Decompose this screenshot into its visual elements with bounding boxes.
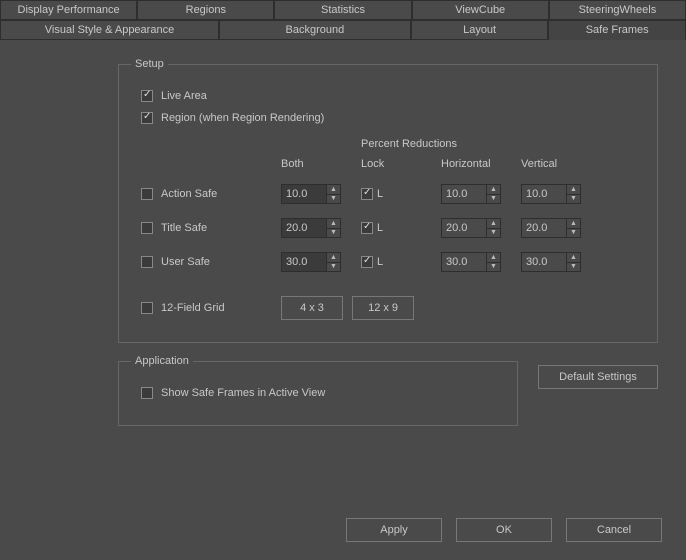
user-safe-label: User Safe [161, 256, 210, 268]
action-safe-both-up[interactable]: ▲ [327, 185, 340, 195]
user-safe-vertical-spinner: ▲▼ [521, 252, 581, 272]
title-safe-lock-checkbox[interactable] [361, 222, 373, 234]
user-safe-both-spinner[interactable]: ▲▼ [281, 252, 341, 272]
col-lock: Lock [361, 158, 431, 170]
user-safe-row: User Safe▲▼L▲▼▲▼ [141, 252, 645, 272]
col-vertical: Vertical [521, 158, 591, 170]
title-safe-horizontal-down: ▼ [487, 229, 500, 238]
tab-regions[interactable]: Regions [137, 0, 274, 20]
setup-group: Setup Live Area Region (when Region Rend… [118, 58, 658, 343]
tab-visual-style[interactable]: Visual Style & Appearance [0, 20, 219, 40]
tab-row-1: Display Performance Regions Statistics V… [0, 0, 686, 20]
tab-safe-frames[interactable]: Safe Frames [548, 20, 686, 40]
title-safe-horizontal-spinner: ▲▼ [441, 218, 501, 238]
action-safe-both-down[interactable]: ▼ [327, 195, 340, 204]
show-safe-frames-checkbox[interactable] [141, 387, 153, 399]
title-safe-label: Title Safe [161, 222, 207, 234]
user-safe-vertical-up: ▲ [567, 253, 580, 263]
col-both: Both [281, 158, 351, 170]
region-checkbox[interactable] [141, 112, 153, 124]
tab-background[interactable]: Background [219, 20, 411, 40]
title-safe-both-up[interactable]: ▲ [327, 219, 340, 229]
user-safe-lock-checkbox[interactable] [361, 256, 373, 268]
user-safe-vertical-input [522, 253, 566, 271]
cancel-button[interactable]: Cancel [566, 518, 662, 542]
live-area-label: Live Area [161, 90, 207, 102]
title-safe-vertical-input [522, 219, 566, 237]
action-safe-horizontal-spinner: ▲▼ [441, 184, 501, 204]
ok-button[interactable]: OK [456, 518, 552, 542]
user-safe-lock-label: L [377, 256, 383, 268]
action-safe-label: Action Safe [161, 188, 217, 200]
user-safe-both-input[interactable] [282, 253, 326, 271]
title-safe-horizontal-input [442, 219, 486, 237]
action-safe-lock-checkbox[interactable] [361, 188, 373, 200]
tab-display-performance[interactable]: Display Performance [0, 0, 137, 20]
action-safe-both-input[interactable] [282, 185, 326, 203]
title-safe-both-input[interactable] [282, 219, 326, 237]
action-safe-checkbox[interactable] [141, 188, 153, 200]
title-safe-lock-label: L [377, 222, 383, 234]
action-safe-horizontal-up: ▲ [487, 185, 500, 195]
action-safe-lock-label: L [377, 188, 383, 200]
user-safe-horizontal-up: ▲ [487, 253, 500, 263]
setup-legend: Setup [131, 58, 168, 70]
title-safe-vertical-spinner: ▲▼ [521, 218, 581, 238]
title-safe-horizontal-up: ▲ [487, 219, 500, 229]
user-safe-both-down[interactable]: ▼ [327, 263, 340, 272]
tab-steeringwheels[interactable]: SteeringWheels [549, 0, 686, 20]
12-field-grid-label: 12-Field Grid [161, 302, 225, 314]
title-safe-vertical-up: ▲ [567, 219, 580, 229]
action-safe-vertical-up: ▲ [567, 185, 580, 195]
tab-viewcube[interactable]: ViewCube [412, 0, 549, 20]
col-horizontal: Horizontal [441, 158, 511, 170]
grid-12x9-button[interactable]: 12 x 9 [352, 296, 414, 320]
action-safe-horizontal-down: ▼ [487, 195, 500, 204]
footer: Apply OK Cancel [0, 518, 686, 542]
action-safe-vertical-down: ▼ [567, 195, 580, 204]
default-settings-button[interactable]: Default Settings [538, 365, 658, 389]
user-safe-both-up[interactable]: ▲ [327, 253, 340, 263]
action-safe-vertical-spinner: ▲▼ [521, 184, 581, 204]
title-safe-vertical-down: ▼ [567, 229, 580, 238]
user-safe-horizontal-spinner: ▲▼ [441, 252, 501, 272]
application-legend: Application [131, 355, 193, 367]
action-safe-vertical-input [522, 185, 566, 203]
user-safe-horizontal-input [442, 253, 486, 271]
title-safe-checkbox[interactable] [141, 222, 153, 234]
user-safe-horizontal-down: ▼ [487, 263, 500, 272]
percent-reductions-label: Percent Reductions [361, 138, 591, 150]
live-area-checkbox[interactable] [141, 90, 153, 102]
title-safe-both-spinner[interactable]: ▲▼ [281, 218, 341, 238]
12-field-grid-checkbox[interactable] [141, 302, 153, 314]
action-safe-horizontal-input [442, 185, 486, 203]
title-safe-both-down[interactable]: ▼ [327, 229, 340, 238]
action-safe-both-spinner[interactable]: ▲▼ [281, 184, 341, 204]
action-safe-row: Action Safe▲▼L▲▼▲▼ [141, 184, 645, 204]
grid-4x3-button[interactable]: 4 x 3 [281, 296, 343, 320]
apply-button[interactable]: Apply [346, 518, 442, 542]
user-safe-vertical-down: ▼ [567, 263, 580, 272]
tab-row-2: Visual Style & Appearance Background Lay… [0, 20, 686, 40]
tab-statistics[interactable]: Statistics [274, 0, 411, 20]
region-label: Region (when Region Rendering) [161, 112, 324, 124]
tab-layout[interactable]: Layout [411, 20, 549, 40]
title-safe-row: Title Safe▲▼L▲▼▲▼ [141, 218, 645, 238]
user-safe-checkbox[interactable] [141, 256, 153, 268]
show-safe-frames-label: Show Safe Frames in Active View [161, 387, 325, 399]
application-group: Application Show Safe Frames in Active V… [118, 355, 518, 426]
